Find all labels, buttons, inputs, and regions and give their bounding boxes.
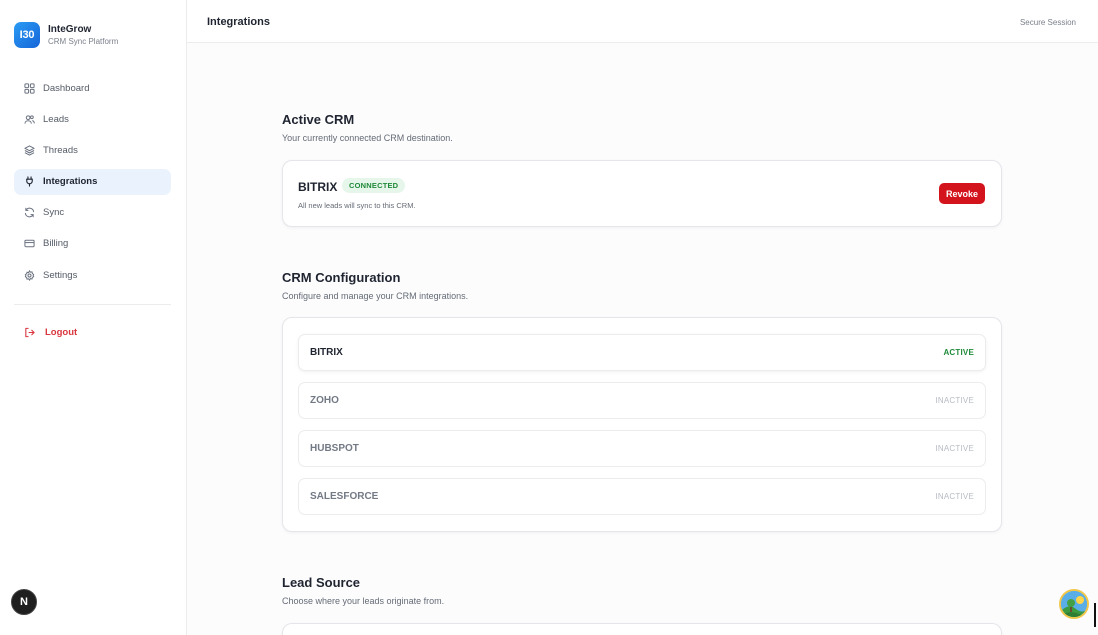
plug-icon	[24, 176, 35, 187]
sidebar-item-label: Settings	[43, 269, 78, 281]
sidebar-divider	[14, 304, 171, 305]
logout-icon	[24, 327, 35, 338]
crm-config-title: CRM Configuration	[282, 270, 401, 285]
app-window: I30 InteGrow CRM Sync Platform Dashboard…	[0, 0, 1098, 635]
crm-row-name: HUBSPOT	[310, 443, 359, 454]
logout-button[interactable]: Logout	[14, 319, 171, 345]
crm-row-salesforce[interactable]: SALESFORCE INACTIVE	[298, 478, 986, 515]
crm-row-zoho[interactable]: ZOHO INACTIVE	[298, 382, 986, 419]
status-badge: INACTIVE	[935, 444, 974, 453]
sidebar-nav: Dashboard Leads Threads Integrations Syn…	[14, 75, 171, 293]
crm-row-name: BITRIX	[310, 347, 343, 358]
gear-icon	[24, 269, 35, 281]
grid-icon	[24, 82, 35, 94]
status-badge: INACTIVE	[935, 492, 974, 501]
sidebar-item-dashboard[interactable]: Dashboard	[14, 75, 171, 101]
lead-source-card	[282, 623, 1002, 635]
sidebar-item-label: Dashboard	[43, 82, 90, 94]
brand-logo: I30	[14, 22, 40, 48]
sidebar-item-label: Integrations	[43, 176, 98, 188]
text-cursor	[1094, 603, 1096, 627]
credit-card-icon	[24, 238, 35, 249]
sidebar-item-label: Threads	[43, 144, 78, 156]
session-status: Secure Session	[1019, 18, 1076, 27]
sidebar-item-billing[interactable]: Billing	[14, 231, 171, 257]
lead-source-title: Lead Source	[282, 575, 361, 590]
brand[interactable]: I30 InteGrow CRM Sync Platform	[14, 22, 118, 48]
brand-name: InteGrow	[48, 23, 92, 35]
sidebar-item-threads[interactable]: Threads	[14, 137, 171, 163]
revoke-button[interactable]: Revoke	[939, 183, 985, 204]
status-badge: CONNECTED	[342, 178, 406, 193]
page-title: Integrations	[207, 16, 270, 28]
sidebar: I30 InteGrow CRM Sync Platform Dashboard…	[0, 0, 187, 635]
crm-row-bitrix[interactable]: BITRIX ACTIVE	[298, 334, 986, 371]
crm-config-subtitle: Configure and manage your CRM integratio…	[282, 291, 469, 301]
sidebar-item-integrations[interactable]: Integrations	[14, 168, 171, 195]
refresh-icon	[24, 207, 35, 218]
sidebar-item-label: Sync	[43, 207, 65, 219]
brand-subtitle: CRM Sync Platform	[48, 36, 119, 46]
lead-source-subtitle: Choose where your leads originate from.	[282, 596, 445, 606]
sidebar-item-label: Billing	[43, 238, 69, 250]
dev-tools-badge[interactable]: N	[11, 589, 37, 615]
active-crm-note: All new leads will sync to this CRM.	[298, 201, 416, 210]
active-crm-subtitle: Your currently connected CRM destination…	[282, 133, 453, 143]
crm-row-hubspot[interactable]: HUBSPOT INACTIVE	[298, 430, 986, 467]
sidebar-item-settings[interactable]: Settings	[14, 262, 171, 288]
users-icon	[24, 114, 35, 125]
logout-label: Logout	[45, 326, 78, 338]
sidebar-item-label: Leads	[43, 113, 69, 125]
active-crm-title: Active CRM	[282, 112, 355, 127]
layers-icon	[24, 145, 35, 156]
main-content: Integrations Secure Session Active CRM Y…	[187, 0, 1098, 635]
assistant-avatar-icon[interactable]	[1059, 589, 1089, 619]
active-crm-name: BITRIX	[298, 180, 338, 194]
crm-config-card: BITRIX ACTIVE ZOHO INACTIVE HUBSPOT INAC…	[282, 317, 1002, 532]
crm-row-name: SALESFORCE	[310, 491, 379, 502]
top-bar: Integrations Secure Session	[187, 0, 1098, 43]
sidebar-item-leads[interactable]: Leads	[14, 106, 171, 132]
status-badge: INACTIVE	[935, 396, 974, 405]
sidebar-item-sync[interactable]: Sync	[14, 200, 171, 226]
active-crm-card: BITRIX CONNECTED All new leads will sync…	[282, 160, 1002, 227]
status-badge: ACTIVE	[943, 348, 974, 357]
crm-row-name: ZOHO	[310, 395, 339, 406]
